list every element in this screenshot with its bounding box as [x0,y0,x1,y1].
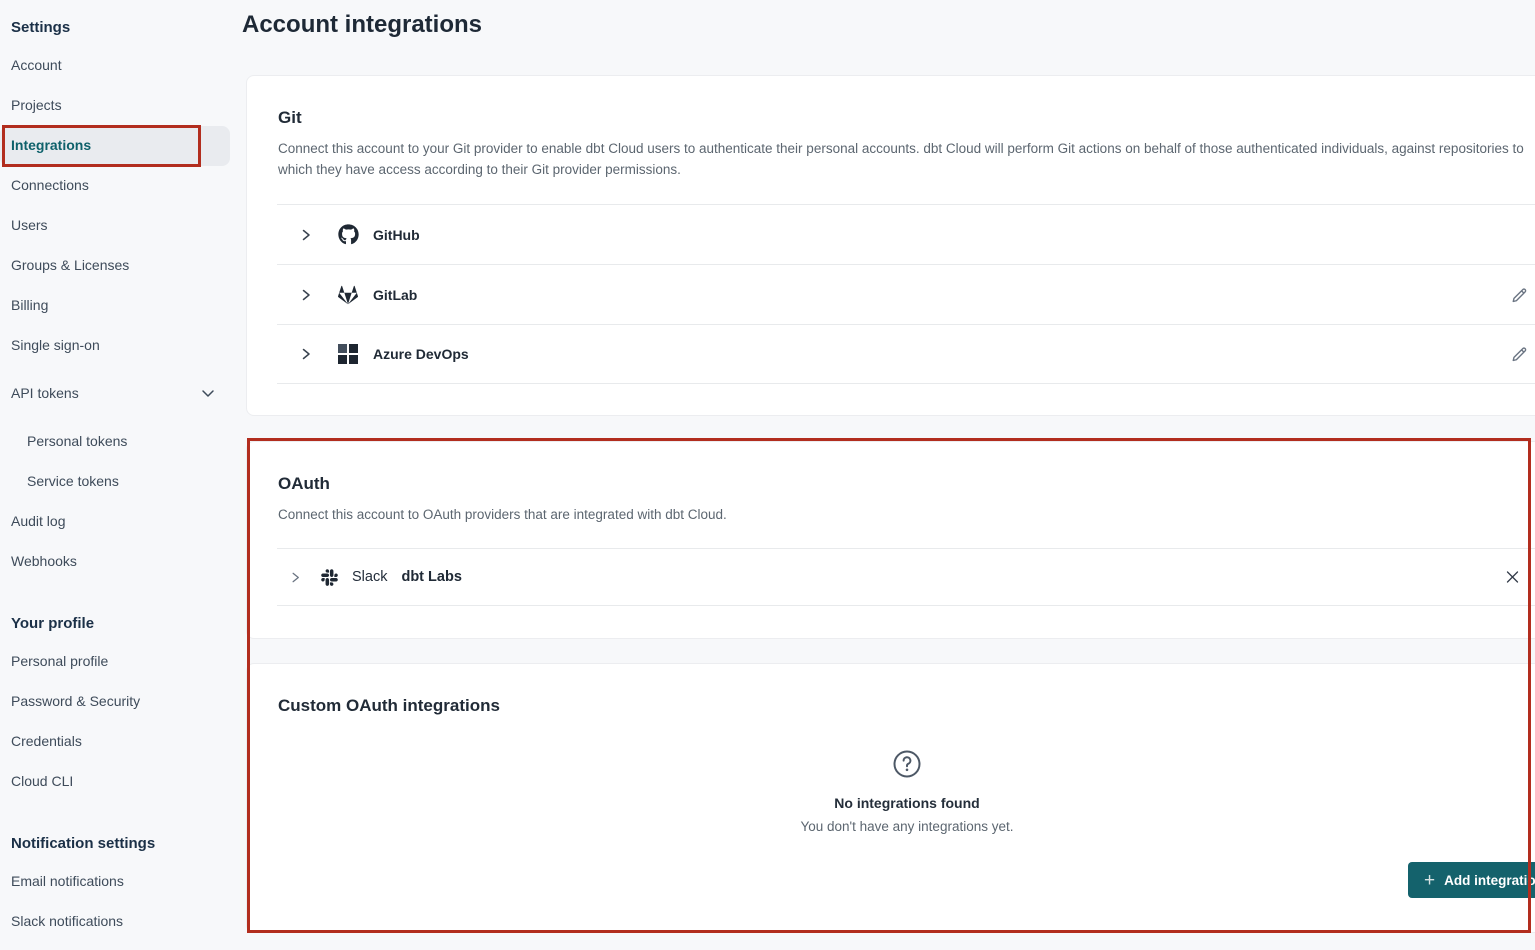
git-provider-row-github[interactable]: GitHub [277,204,1535,264]
chevron-right-icon[interactable] [299,288,313,302]
edit-pencil-icon[interactable] [1511,286,1528,303]
git-section-card: Git Connect this account to your Git pro… [246,75,1535,416]
chevron-right-icon[interactable] [299,228,313,242]
main-content: Account integrations Git Connect this ac… [0,0,1535,950]
github-icon [337,224,359,245]
oauth-integration-name: dbt Labs [401,569,461,585]
oauth-integration-row-slack[interactable]: Slack dbt Labs [277,548,1535,606]
oauth-integration-list: Slack dbt Labs [277,548,1535,606]
git-section-title: Git [278,108,302,128]
oauth-section-description: Connect this account to OAuth providers … [278,504,1535,525]
empty-state-subtitle: You don't have any integrations yet. [801,819,1014,834]
empty-state: No integrations found You don't have any… [247,748,1535,834]
chevron-right-icon[interactable] [289,571,302,584]
git-provider-name: GitLab [373,287,417,303]
oauth-provider-label: Slack [352,569,387,585]
page-title: Account integrations [242,11,482,39]
git-provider-list: GitHub GitLab [277,204,1535,384]
git-provider-name: GitHub [373,227,420,243]
chevron-right-icon[interactable] [299,347,313,361]
plus-icon: + [1424,871,1435,890]
edit-pencil-icon[interactable] [1511,346,1528,363]
git-section-description: Connect this account to your Git provide… [278,138,1535,180]
sidebar-item-integrations[interactable]: Integrations [11,125,91,165]
slack-icon [318,568,340,587]
git-provider-row-gitlab[interactable]: GitLab [277,264,1535,324]
custom-oauth-section-card: Custom OAuth integrations No integration… [246,663,1535,933]
oauth-section-card: OAuth Connect this account to OAuth prov… [246,441,1535,639]
git-provider-row-azure-devops[interactable]: Azure DevOps [277,324,1535,384]
question-circle-icon [891,748,923,785]
gitlab-icon [337,285,359,305]
add-integration-label: Add integration [1444,873,1535,888]
add-integration-button[interactable]: + Add integration [1408,862,1535,898]
remove-x-icon[interactable] [1505,570,1520,585]
azure-devops-icon [337,344,359,364]
custom-oauth-section-title: Custom OAuth integrations [278,696,500,716]
oauth-section-title: OAuth [278,474,330,494]
empty-state-title: No integrations found [834,795,979,811]
git-provider-name: Azure DevOps [373,346,469,362]
